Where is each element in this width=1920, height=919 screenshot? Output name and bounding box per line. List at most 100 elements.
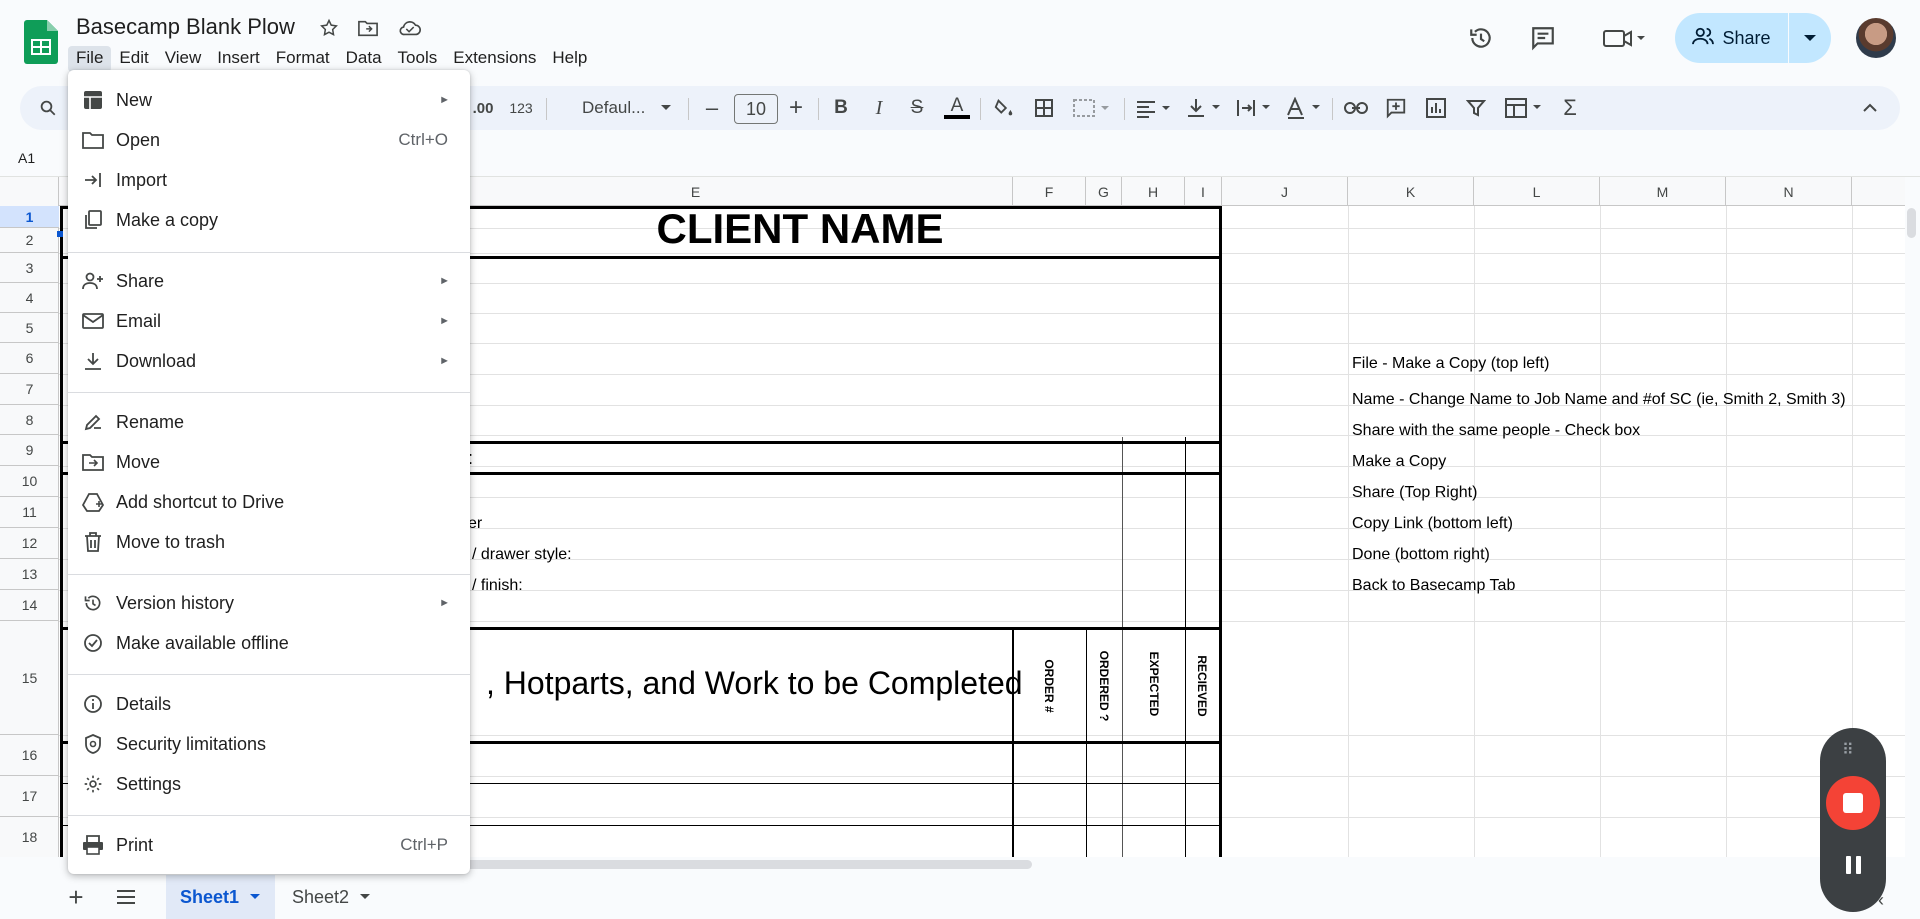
row-header[interactable]: 13	[0, 559, 59, 590]
collapse-toolbar-icon[interactable]	[1856, 86, 1884, 130]
font-size-input[interactable]: 10	[734, 94, 778, 124]
share-main-button[interactable]: Share	[1675, 13, 1789, 63]
row-header[interactable]: 6	[0, 343, 59, 374]
menu-item-add-shortcut[interactable]: Add shortcut to Drive	[68, 482, 470, 522]
menu-item-make-available-offline[interactable]: Make available offline	[68, 623, 470, 663]
row-header[interactable]: 15	[0, 621, 59, 735]
sheets-logo-icon[interactable]	[24, 20, 58, 64]
text-wrapping-icon[interactable]	[1234, 86, 1274, 130]
filter-views-icon[interactable]	[1502, 86, 1546, 130]
increase-font-size-button[interactable]: +	[782, 86, 810, 130]
menu-format[interactable]: Format	[268, 46, 338, 72]
menu-item-print[interactable]: Print Ctrl+P	[68, 825, 470, 865]
expected-header[interactable]: EXPECTED	[1147, 644, 1161, 724]
cloud-status-icon[interactable]	[398, 16, 422, 40]
column-header-g[interactable]: G	[1086, 177, 1122, 206]
row-header[interactable]: 9	[0, 435, 59, 466]
menu-file[interactable]: File	[68, 46, 112, 72]
cell-text[interactable]: / finish:	[472, 577, 523, 595]
parts-heading-cell[interactable]: , Hotparts, and Work to be Completed	[486, 665, 1023, 702]
sheet-tab-sheet1[interactable]: Sheet1	[166, 875, 276, 919]
row-header[interactable]: 7	[0, 374, 59, 405]
pause-icon[interactable]	[1842, 856, 1864, 878]
column-header-l[interactable]: L	[1474, 177, 1600, 206]
fill-color-icon[interactable]	[990, 86, 1018, 130]
add-sheet-icon[interactable]: +	[64, 882, 88, 912]
vertical-scrollbar[interactable]	[1907, 208, 1916, 238]
menu-item-security-limitations[interactable]: Security limitations	[68, 724, 470, 764]
instruction-cell[interactable]: Back to Basecamp Tab	[1352, 577, 1515, 595]
column-header-k[interactable]: K	[1348, 177, 1474, 206]
vertical-align-icon[interactable]	[1184, 86, 1224, 130]
column-header-i[interactable]: I	[1185, 177, 1222, 206]
menu-item-make-a-copy[interactable]: Make a copy	[68, 200, 470, 240]
instruction-cell[interactable]: Share with the same people - Check box	[1352, 422, 1640, 440]
instruction-cell[interactable]: Share (Top Right)	[1352, 484, 1477, 502]
menu-item-details[interactable]: Details	[68, 684, 470, 724]
drag-handle-icon[interactable]: ⠿	[1842, 740, 1854, 760]
menu-item-settings[interactable]: Settings	[68, 764, 470, 804]
move-folder-icon[interactable]	[356, 16, 380, 40]
comments-icon[interactable]	[1527, 22, 1559, 54]
increase-decimal-button[interactable]: .00	[468, 86, 498, 130]
share-dropdown-icon[interactable]	[1789, 13, 1831, 63]
row-header[interactable]: 4	[0, 283, 59, 313]
all-sheets-menu-icon[interactable]	[114, 885, 138, 909]
menu-tools[interactable]: Tools	[390, 46, 446, 72]
row-header[interactable]: 1	[0, 206, 59, 228]
menu-item-new[interactable]: New ►	[68, 80, 470, 120]
select-all-corner[interactable]	[0, 177, 59, 206]
menu-item-version-history[interactable]: Version history ►	[68, 583, 470, 623]
collapse-side-panel-icon[interactable]: ‹	[1878, 890, 1884, 911]
row-header[interactable]: 8	[0, 405, 59, 435]
text-rotation-icon[interactable]	[1284, 86, 1324, 130]
row-header[interactable]: 17	[0, 776, 59, 817]
last-edit-history-icon[interactable]	[1465, 22, 1497, 54]
meet-video-icon[interactable]	[1596, 22, 1652, 54]
strikethrough-icon[interactable]: S	[904, 86, 930, 130]
instruction-cell[interactable]: Copy Link (bottom left)	[1352, 515, 1513, 533]
menu-item-import[interactable]: Import	[68, 160, 470, 200]
selection-handle[interactable]	[57, 231, 63, 237]
menu-item-rename[interactable]: Rename	[68, 402, 470, 442]
sheet-tab-sheet2[interactable]: Sheet2	[278, 875, 385, 919]
instruction-cell[interactable]: Done (bottom right)	[1352, 546, 1490, 564]
menu-item-move-to-trash[interactable]: Move to trash	[68, 522, 470, 562]
menu-item-share[interactable]: Share ►	[68, 261, 470, 301]
menu-view[interactable]: View	[157, 46, 210, 72]
functions-icon[interactable]: Σ	[1556, 86, 1584, 130]
instruction-cell[interactable]: Name - Change Name to Job Name and #of S…	[1352, 391, 1846, 409]
italic-icon[interactable]: I	[866, 86, 892, 130]
row-header[interactable]: 11	[0, 497, 59, 528]
received-header[interactable]: RECIEVED	[1195, 646, 1209, 726]
instruction-cell[interactable]: Make a Copy	[1352, 453, 1446, 471]
column-header-f[interactable]: F	[1013, 177, 1086, 206]
insert-comment-icon[interactable]	[1382, 86, 1410, 130]
column-header-j[interactable]: J	[1222, 177, 1348, 206]
horizontal-align-icon[interactable]	[1134, 86, 1174, 130]
instruction-cell[interactable]: File - Make a Copy (top left)	[1352, 355, 1549, 373]
row-header[interactable]: 5	[0, 313, 59, 343]
row-header[interactable]: 10	[0, 466, 59, 497]
bold-icon[interactable]: B	[828, 86, 854, 130]
column-header-n[interactable]: N	[1726, 177, 1852, 206]
star-icon[interactable]	[317, 16, 341, 40]
more-formats-button[interactable]: 123	[504, 86, 538, 130]
column-header-h[interactable]: H	[1122, 177, 1185, 206]
menu-edit[interactable]: Edit	[111, 46, 156, 72]
ordered-header[interactable]: ORDERED ?	[1097, 646, 1111, 726]
decrease-font-size-button[interactable]: –	[698, 86, 726, 130]
stop-recording-button[interactable]	[1826, 776, 1880, 830]
row-header[interactable]: 14	[0, 590, 59, 621]
row-header[interactable]: 3	[0, 253, 59, 283]
font-select[interactable]: Defaul...	[560, 86, 680, 130]
cell-text[interactable]: er	[468, 515, 482, 533]
menu-insert[interactable]: Insert	[209, 46, 268, 72]
menu-extensions[interactable]: Extensions	[445, 46, 544, 72]
name-box[interactable]: A1	[0, 144, 52, 172]
horizontal-scrollbar[interactable]	[440, 860, 1032, 869]
row-header[interactable]: 18	[0, 817, 59, 857]
insert-link-icon[interactable]	[1342, 86, 1370, 130]
menu-item-open[interactable]: Open Ctrl+O	[68, 120, 470, 160]
share-button[interactable]: Share	[1675, 13, 1831, 63]
